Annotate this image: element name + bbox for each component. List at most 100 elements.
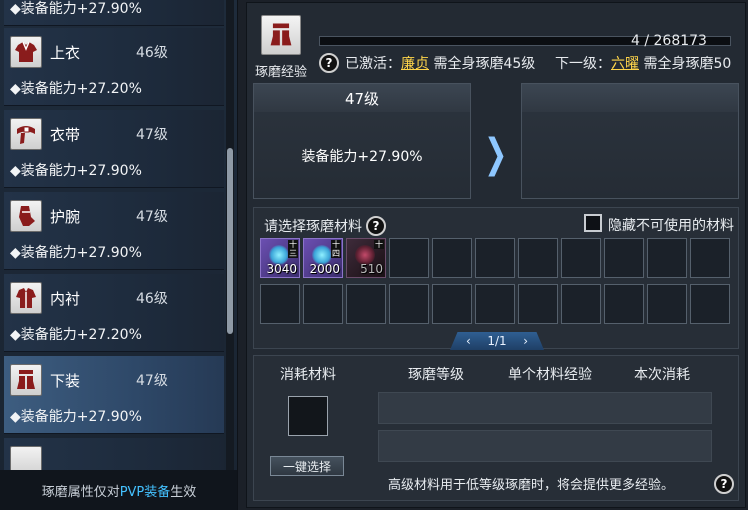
equipment-stat: ◆装备能力+27.90% <box>10 163 142 179</box>
material-rank: 十 <box>374 240 384 249</box>
material-selection: 请选择琢磨材料 ? 隐藏不可使用的材料 十三 3040 十四 2000 十 510 ‹ 1… <box>253 207 739 350</box>
next-prefix: 下一级： <box>555 56 611 72</box>
col-level: 琢磨等级 <box>408 367 464 383</box>
empty-material-slot[interactable] <box>604 238 644 278</box>
equipment-name: 衣带 <box>50 126 81 144</box>
empty-material-slot[interactable] <box>518 284 558 324</box>
top-garment-icon <box>10 36 42 68</box>
equipment-item-partial[interactable]: ◆装备能力+27.90% <box>4 0 224 26</box>
current-level-box: 47级 装备能力+27.90% <box>253 83 471 199</box>
material-item[interactable]: 十四 2000 <box>303 238 343 278</box>
next-level-box <box>521 83 739 199</box>
equipment-level: 46级 <box>136 291 168 307</box>
material-hint: 高级材料用于低等级琢磨时，将会提供更多经验。 <box>388 478 675 493</box>
empty-material-slot[interactable] <box>432 238 472 278</box>
equipment-stat: ◆装备能力+27.90% <box>10 245 142 261</box>
active-prefix: 已激活： <box>345 56 401 72</box>
col-exp: 单个材料经验 <box>508 367 592 383</box>
next-tier-name[interactable]: 六曜 <box>611 56 639 72</box>
chevron-right-icon: ❯ <box>484 131 508 177</box>
empty-material-slot[interactable] <box>389 284 429 324</box>
equipment-stat: ◆装备能力+27.20% <box>10 81 142 97</box>
one-click-select-button[interactable]: 一键选择 <box>270 456 344 476</box>
hide-unusable-checkbox[interactable] <box>584 214 602 232</box>
undershirt-icon <box>10 282 42 314</box>
equipment-level: 47级 <box>136 373 168 389</box>
pvp-note-prefix: 琢磨属性仅对 <box>41 484 120 500</box>
empty-material-slot[interactable] <box>346 284 386 324</box>
equipment-stat: ◆装备能力+27.90% <box>10 409 142 425</box>
polish-panel: 琢磨经验 4 / 268173 ? 已激活：廉贞 需全身琢磨45级 下一级：六曜… <box>246 2 746 508</box>
empty-material-slot[interactable] <box>432 284 472 324</box>
empty-material-slot[interactable] <box>475 284 515 324</box>
material-count: 3040 <box>266 262 297 276</box>
equipment-name: 上衣 <box>50 44 81 62</box>
equipment-item-bracer[interactable]: 护腕 47级 ◆装备能力+27.90% <box>4 192 224 270</box>
empty-material-slot[interactable] <box>561 238 601 278</box>
material-count: 2000 <box>309 262 340 276</box>
material-rank: 十三 <box>288 240 298 258</box>
equipment-level: 47级 <box>136 209 168 225</box>
active-tier-name[interactable]: 廉贞 <box>401 56 429 72</box>
material-rank: 十四 <box>331 240 341 258</box>
empty-material-slot[interactable] <box>690 284 730 324</box>
material-item[interactable]: 十 510 <box>346 238 386 278</box>
next-requirement: 需全身琢磨50 <box>639 56 732 72</box>
next-tier-text: 下一级：六曜 需全身琢磨50 <box>555 53 731 73</box>
consume-row <box>378 430 712 462</box>
consume-material-slot[interactable] <box>288 396 328 436</box>
page-indicator: 1/1 <box>487 334 507 348</box>
current-stat: 装备能力+27.90% <box>301 149 423 165</box>
prev-page-button[interactable]: ‹ <box>466 334 471 348</box>
material-item[interactable]: 十三 3040 <box>260 238 300 278</box>
polish-exp-label: 琢磨经验 <box>255 65 308 80</box>
scrollbar-thumb[interactable] <box>227 148 233 334</box>
empty-material-slot[interactable] <box>690 238 730 278</box>
empty-material-slot[interactable] <box>647 284 687 324</box>
equipment-name: 护腕 <box>50 208 81 226</box>
belt-icon <box>10 118 42 150</box>
active-tier-text: 已激活：廉贞 需全身琢磨45级 <box>345 53 535 73</box>
empty-material-slot[interactable] <box>561 284 601 324</box>
current-level: 47级 <box>254 84 470 112</box>
equipment-stat: ◆装备能力+27.90% <box>10 1 142 17</box>
equipment-name: 内衬 <box>50 290 81 308</box>
pants-icon <box>10 364 42 396</box>
equipment-level: 46级 <box>136 45 168 61</box>
empty-material-slot[interactable] <box>604 284 644 324</box>
pvp-note-highlight: PVP装备 <box>119 484 171 500</box>
pvp-note-suffix: 生效 <box>170 484 197 500</box>
hide-unusable-label: 隐藏不可使用的材料 <box>608 218 734 234</box>
empty-material-slot[interactable] <box>260 284 300 324</box>
empty-material-slot[interactable] <box>647 238 687 278</box>
pvp-note: 琢磨属性仅对 PVP装备 生效 <box>0 470 237 510</box>
pants-icon <box>261 15 301 55</box>
equipment-name: 下装 <box>50 372 81 390</box>
equipment-stat: ◆装备能力+27.20% <box>10 327 142 343</box>
next-page-button[interactable]: › <box>523 334 528 348</box>
empty-material-slot[interactable] <box>475 238 515 278</box>
empty-material-slot[interactable] <box>303 284 343 324</box>
help-icon[interactable]: ? <box>714 474 734 494</box>
bracer-icon <box>10 200 42 232</box>
empty-material-slot[interactable] <box>518 238 558 278</box>
material-title: 请选择琢磨材料 <box>264 219 362 235</box>
consume-row <box>378 392 712 424</box>
next-level-header <box>522 84 738 112</box>
equipment-panel: ◆装备能力+27.90% 上衣 46级 ◆装备能力+27.20% 衣带 47级 … <box>0 0 238 510</box>
equipment-level: 47级 <box>136 127 168 143</box>
empty-material-slot[interactable] <box>389 238 429 278</box>
material-count: 510 <box>360 262 383 276</box>
pagination: ‹ 1/1 › <box>450 332 544 350</box>
exp-progress-text: 4 / 268173 <box>631 33 707 49</box>
consumption-area: 消耗材料 琢磨等级 单个材料经验 本次消耗 一键选择 高级材料用于低等级琢磨时，… <box>253 355 739 501</box>
help-icon[interactable]: ? <box>319 53 339 73</box>
active-requirement: 需全身琢磨45级 <box>429 56 536 72</box>
col-material: 消耗材料 <box>280 367 336 383</box>
equipment-item-pants[interactable]: 下装 47级 ◆装备能力+27.90% <box>4 356 224 434</box>
equipment-item-undershirt[interactable]: 内衬 46级 ◆装备能力+27.20% <box>4 274 224 352</box>
help-icon[interactable]: ? <box>366 216 386 236</box>
equipment-item-belt[interactable]: 衣带 47级 ◆装备能力+27.90% <box>4 110 224 188</box>
equipment-item-top[interactable]: 上衣 46级 ◆装备能力+27.20% <box>4 28 224 106</box>
col-cost: 本次消耗 <box>634 367 690 383</box>
